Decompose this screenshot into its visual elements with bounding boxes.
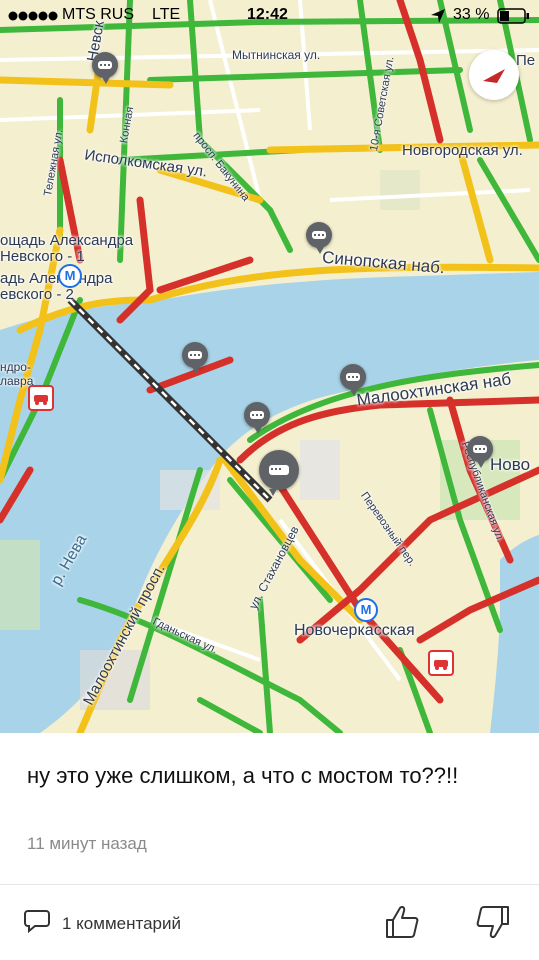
chat-bubble-icon[interactable] bbox=[92, 52, 118, 84]
metro-icon[interactable]: М bbox=[58, 264, 82, 288]
map-label-novo: Ново bbox=[490, 455, 531, 474]
map-label-novocherkasskaya: Новочеркасская bbox=[294, 622, 415, 639]
location-icon bbox=[430, 8, 446, 29]
signal-icon bbox=[8, 9, 60, 27]
map-label-novgorodskaya: Новгородская ул. bbox=[402, 142, 523, 159]
traffic-map[interactable]: Невск Мытнинская ул. Конная Тележная ул.… bbox=[0, 0, 539, 733]
speech-bubble-icon bbox=[24, 909, 50, 938]
metro-icon[interactable]: М bbox=[354, 598, 378, 622]
map-label-ploshchad-1: ощадь Александра Невского - 1 bbox=[0, 232, 134, 265]
chat-bubble-icon[interactable] bbox=[182, 342, 208, 374]
car-accident-icon[interactable] bbox=[428, 650, 454, 676]
chat-bubble-icon[interactable] bbox=[259, 450, 299, 496]
battery-icon bbox=[497, 8, 531, 29]
thumbs-up-icon[interactable] bbox=[383, 903, 421, 941]
comment-actions-bar: 1 комментарий bbox=[0, 885, 539, 960]
map-canvas bbox=[0, 0, 539, 733]
chat-bubble-icon[interactable] bbox=[467, 436, 493, 468]
network-type: LTE bbox=[152, 6, 181, 23]
battery-percent: 33 % bbox=[453, 6, 490, 23]
car-accident-icon[interactable] bbox=[28, 385, 54, 411]
thumbs-down-icon[interactable] bbox=[474, 903, 512, 941]
map-label-mytninskaya: Мытнинская ул. bbox=[232, 48, 321, 62]
comments-button[interactable]: 1 комментарий bbox=[24, 909, 181, 938]
chat-bubble-icon[interactable] bbox=[340, 364, 366, 396]
comments-count-label: 1 комментарий bbox=[62, 913, 181, 933]
map-label-ploshchad-2: адь Александра евского - 2 bbox=[0, 270, 112, 303]
comment-text: ну это уже слишком, а что с мостом то??!… bbox=[27, 763, 459, 788]
chat-bubble-icon[interactable] bbox=[244, 402, 270, 434]
clock: 12:42 bbox=[247, 6, 288, 23]
comment-time: 11 минут назад bbox=[27, 834, 147, 853]
carrier-name: MTS RUS bbox=[62, 6, 134, 23]
map-label-andro: ндро- лавра bbox=[0, 360, 34, 388]
chat-bubble-icon[interactable] bbox=[306, 222, 332, 254]
compass-icon[interactable] bbox=[469, 50, 519, 100]
status-bar: MTS RUS LTE 12:42 33 % bbox=[0, 0, 539, 32]
